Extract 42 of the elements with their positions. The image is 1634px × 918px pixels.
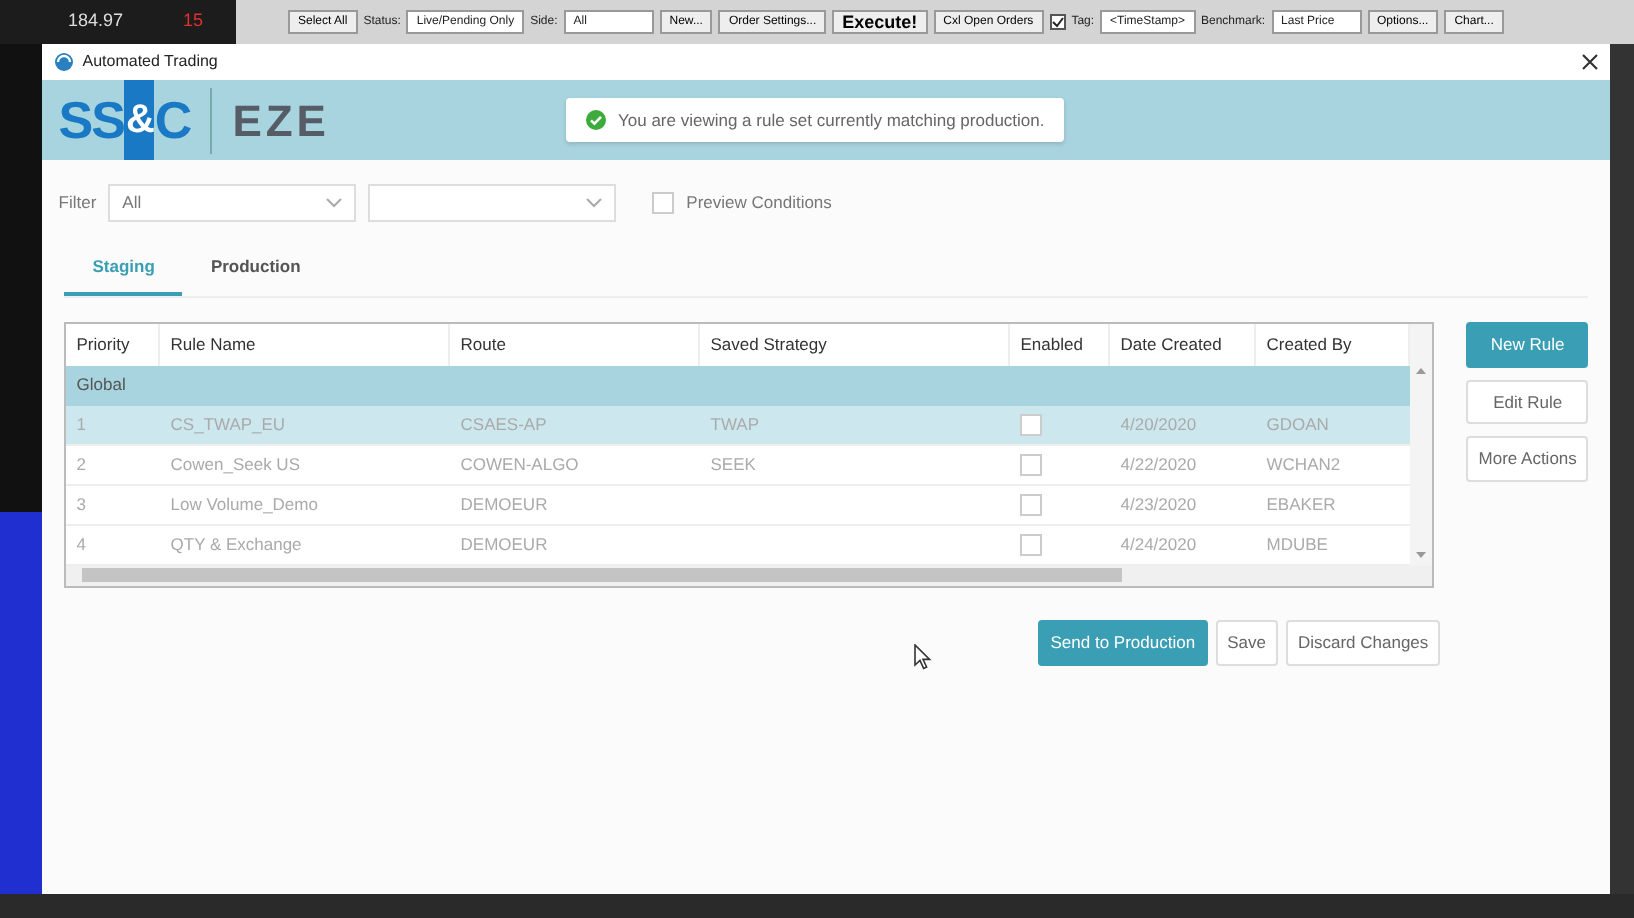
chevron-icon [586,198,603,208]
scroll-down-icon[interactable] [1416,551,1427,558]
table-cell: COWEN-ALGO [450,445,701,486]
table-cell: DEMOEUR [450,485,701,526]
action-button[interactable]: Save [1215,619,1278,665]
scroll-up-icon[interactable] [1416,367,1427,374]
table-cell: SEEK [700,445,1011,486]
tab[interactable]: Production [182,246,329,296]
notice-text: You are viewing a rule set currently matching production. [617,107,1045,133]
filter-dropdown[interactable]: All [108,184,357,222]
check-icon [585,110,606,130]
table-cell: 4/20/2020 [1110,405,1257,446]
price-text: 184.97 [68,8,124,35]
table-cell: 4/23/2020 [1110,485,1257,526]
window-title: Automated Trading [82,50,218,74]
close-button[interactable] [1582,54,1599,70]
action-button[interactable]: More Actions [1466,436,1589,482]
table-cell: 4/22/2020 [1110,445,1257,486]
filter-dropdown[interactable] [368,184,617,222]
table-cell: CS_TWAP_EU [160,405,451,446]
action-button[interactable]: Discard Changes [1285,619,1441,665]
change-text: 15 [183,8,204,35]
cursor-icon [914,644,933,670]
table-cell: TWAP [700,405,1011,446]
table-cell: GDOAN [1256,405,1411,446]
scrollbar[interactable] [66,565,1433,586]
chevron-icon [326,198,343,208]
table-cell: CSAES-AP [450,405,701,446]
app-icon [54,52,75,72]
checkbox-label: Preview Conditions [686,190,832,216]
table-cell: Cowen_Seek US [160,445,451,486]
scrollbar[interactable] [1410,323,1433,566]
execute-button[interactable]: Execute! [832,10,928,34]
logo: SS&C EZE [58,80,330,160]
table-cell: Low Volume_Demo [160,485,451,526]
action-button[interactable]: Edit Rule [1466,379,1589,425]
table-cell: 3 [66,485,161,526]
table-cell: 1 [66,405,161,446]
checkbox[interactable] [1049,14,1066,30]
filter-label: Filter [58,190,97,216]
group-row: Global [66,365,1411,406]
table-cell: 2 [66,445,161,486]
